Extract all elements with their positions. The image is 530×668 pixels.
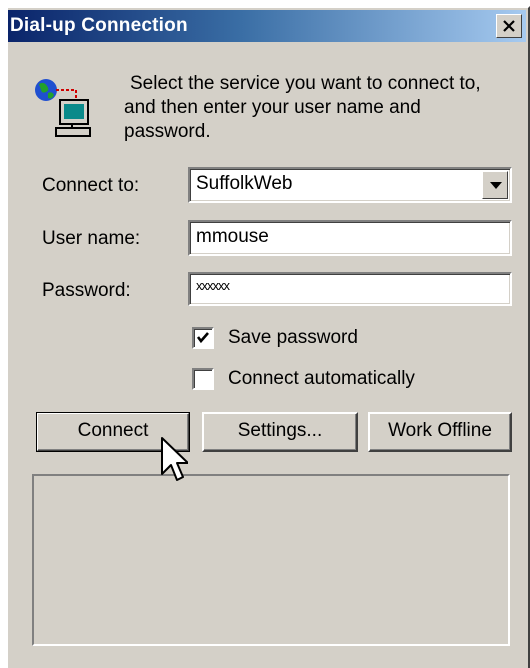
chevron-down-icon <box>490 182 502 189</box>
settings-button[interactable]: Settings... <box>202 412 358 452</box>
connect-automatically-label[interactable]: Connect automatically <box>228 368 415 390</box>
dropdown-button[interactable] <box>482 171 508 199</box>
window-title: Dial-up Connection <box>10 15 188 36</box>
connect-to-value: SuffolkWeb <box>196 173 293 194</box>
mouse-pointer-icon <box>161 437 188 481</box>
dial-up-computer-globe-icon <box>35 79 91 137</box>
work-offline-button[interactable]: Work Offline <box>368 412 512 452</box>
close-icon <box>503 20 515 32</box>
instructions-text: Select the service you want to connect t… <box>124 73 481 142</box>
save-password-checkbox[interactable] <box>192 327 214 349</box>
password-input[interactable]: xxxxxx <box>188 272 512 306</box>
status-panel <box>32 474 510 646</box>
connect-to-label: Connect to: <box>42 175 140 196</box>
user-name-input[interactable]: mmouse <box>188 220 512 256</box>
close-button[interactable] <box>496 14 522 38</box>
checkmark-icon <box>196 332 209 344</box>
user-name-label: User name: <box>42 228 141 249</box>
connect-automatically-checkbox[interactable] <box>192 368 214 390</box>
user-name-value: mmouse <box>196 226 269 247</box>
title-bar[interactable]: Dial-up Connection <box>8 10 526 42</box>
save-password-label[interactable]: Save password <box>228 327 358 349</box>
password-label: Password: <box>42 280 131 301</box>
connect-to-select[interactable]: SuffolkWeb <box>188 167 512 203</box>
password-value: xxxxxx <box>196 278 230 293</box>
